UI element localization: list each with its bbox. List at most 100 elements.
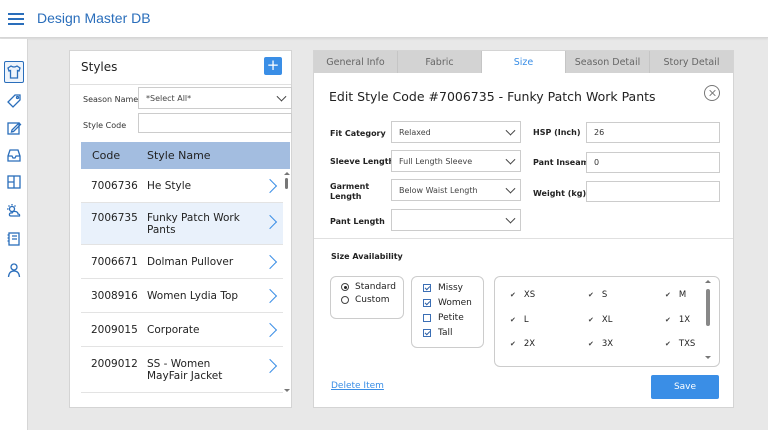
checkbox-unchecked-icon <box>423 314 431 322</box>
season-name-value: *Select All* <box>146 93 192 103</box>
tab-season-detail[interactable]: Season Detail <box>566 51 650 73</box>
chevron-down-icon <box>505 125 516 136</box>
pant-length-label: Pant Length <box>330 217 385 226</box>
scroll-down-icon[interactable] <box>705 356 711 359</box>
table-row[interactable]: 7006671 Dolman Pullover <box>81 245 283 279</box>
season-name-select[interactable]: *Select All* <box>138 87 292 109</box>
save-button[interactable]: Save <box>651 375 719 399</box>
custom-label: Custom <box>355 295 390 305</box>
chevron-down-icon <box>505 183 516 194</box>
style-code-input[interactable] <box>138 113 292 133</box>
notebook-icon[interactable] <box>4 228 24 250</box>
tall-label: Tall <box>438 328 453 338</box>
side-nav <box>0 39 28 430</box>
chevron-right-icon <box>262 288 278 304</box>
size-option[interactable]: ✔ TXS <box>665 339 695 349</box>
table-row[interactable]: 2009015 Corporate <box>81 313 283 347</box>
tab-story-detail[interactable]: Story Detail <box>650 51 733 73</box>
sleeve-length-select[interactable]: Full Length Sleeve <box>391 150 521 172</box>
shirt-icon[interactable] <box>4 61 24 83</box>
sizes-scrollbar[interactable] <box>704 277 712 362</box>
size-option[interactable]: ✔ 3X <box>588 339 613 349</box>
check-mark-icon: ✔ <box>665 316 671 324</box>
divider <box>70 84 291 85</box>
size-label: 2X <box>523 339 536 349</box>
size-option[interactable]: ✔ M <box>665 290 686 300</box>
size-label: M <box>678 290 687 300</box>
size-option[interactable]: ✔ L <box>510 315 529 325</box>
table-row[interactable]: 7006735 Funky Patch Work Pants <box>81 203 283 245</box>
size-availability-label: Size Availability <box>331 252 403 261</box>
tab-size[interactable]: Size <box>482 51 566 73</box>
edit-icon[interactable] <box>4 117 24 139</box>
standard-label: Standard <box>355 282 396 292</box>
check-mark-icon: ✔ <box>510 291 516 299</box>
edit-title: Edit Style Code #7006735 - Funky Patch W… <box>329 89 656 104</box>
row-style-name: Dolman Pullover <box>147 256 234 268</box>
close-icon[interactable] <box>704 85 720 101</box>
pant-inseam-input[interactable]: 0 <box>586 152 720 173</box>
tab-general-info[interactable]: General Info <box>314 51 398 73</box>
size-type-group: Standard Custom <box>330 276 404 319</box>
women-checkbox[interactable]: Women <box>423 298 472 308</box>
row-style-name: Funky Patch Work Pants <box>147 212 240 236</box>
scroll-thumb[interactable] <box>285 178 288 189</box>
petite-checkbox[interactable]: Petite <box>423 313 464 323</box>
tab-fabric[interactable]: Fabric <box>398 51 482 73</box>
row-code: 7006736 <box>91 180 138 192</box>
radio-checked-icon <box>341 283 349 291</box>
scroll-thumb[interactable] <box>706 289 710 326</box>
garment-length-value: Below Waist Length <box>399 185 478 195</box>
user-icon[interactable] <box>4 259 24 281</box>
size-label: 1X <box>678 315 691 325</box>
tray-icon[interactable] <box>4 144 24 166</box>
size-option[interactable]: ✔ 2X <box>510 339 535 349</box>
app-title: Design Master DB <box>37 10 151 26</box>
scroll-down-icon[interactable] <box>284 389 290 392</box>
row-code: 7006671 <box>91 256 138 268</box>
garment-length-select[interactable]: Below Waist Length <box>391 179 521 201</box>
size-option[interactable]: ✔ XL <box>588 315 612 325</box>
hamburger-menu-icon[interactable] <box>8 13 24 25</box>
table-row[interactable]: 3008916 Women Lydia Top <box>81 279 283 313</box>
layout-icon[interactable] <box>4 171 24 193</box>
custom-radio[interactable]: Custom <box>341 295 389 305</box>
size-label: S <box>601 290 608 300</box>
check-mark-icon: ✔ <box>588 340 594 348</box>
scroll-up-icon[interactable] <box>705 280 711 283</box>
size-option[interactable]: ✔ XS <box>510 290 535 300</box>
check-mark-icon: ✔ <box>588 291 594 299</box>
size-option[interactable]: ✔ 1X <box>665 315 690 325</box>
tall-checkbox[interactable]: Tall <box>423 328 453 338</box>
scroll-up-icon[interactable] <box>284 172 290 175</box>
table-row[interactable]: 7006736 He Style <box>81 169 283 203</box>
standard-radio[interactable]: Standard <box>341 282 396 292</box>
sleeve-length-label: Sleeve Length <box>330 157 395 166</box>
style-name-column-header: Style Name <box>147 149 211 162</box>
petite-label: Petite <box>438 313 464 323</box>
row-style-name: SS - Women MayFair Jacket <box>147 358 223 382</box>
sizes-grid: ✔ XS ✔ S ✔ M ✔ L ✔ XL ✔ 1X ✔ 2X ✔ 3X ✔ TXS <box>494 276 720 367</box>
size-label: 3X <box>601 339 614 349</box>
styles-title: Styles <box>81 60 118 74</box>
add-style-button[interactable]: + <box>264 57 282 75</box>
pant-length-select[interactable] <box>391 209 521 231</box>
styles-list-scrollbar[interactable] <box>283 169 290 395</box>
missy-checkbox[interactable]: Missy <box>423 283 463 293</box>
tag-icon[interactable] <box>4 90 24 112</box>
divider <box>314 238 733 239</box>
size-option[interactable]: ✔ S <box>588 290 607 300</box>
delete-item-link[interactable]: Delete Item <box>331 381 384 391</box>
size-label: XL <box>601 315 613 325</box>
table-row[interactable]: 2009012 SS - Women MayFair Jacket <box>81 347 283 393</box>
season-name-label: Season Name <box>83 95 139 104</box>
hsp-input[interactable]: 26 <box>586 122 720 143</box>
fit-category-select[interactable]: Relaxed <box>391 121 521 143</box>
weather-icon[interactable] <box>4 200 24 222</box>
row-style-name: Women Lydia Top <box>147 290 239 302</box>
missy-label: Missy <box>438 283 463 293</box>
weight-input[interactable] <box>586 181 720 202</box>
checkbox-checked-icon <box>423 329 431 337</box>
check-mark-icon: ✔ <box>588 316 594 324</box>
chevron-right-icon <box>262 254 278 270</box>
